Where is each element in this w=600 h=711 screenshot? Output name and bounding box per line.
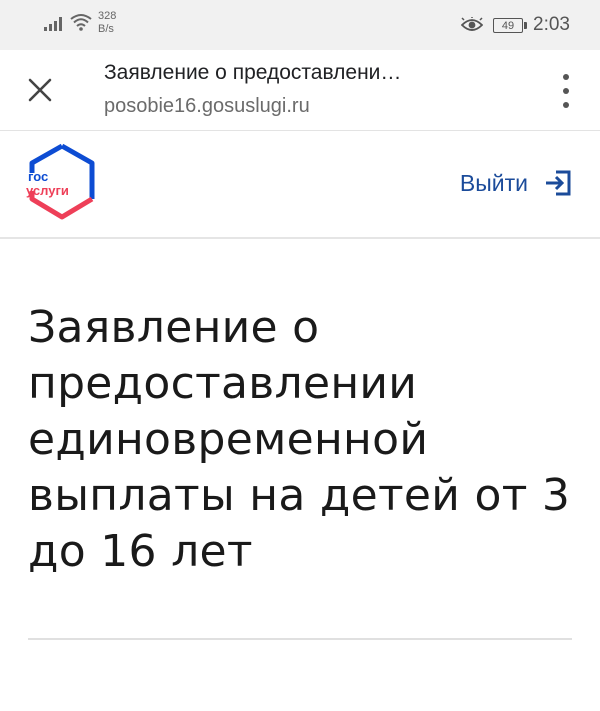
signal-icon — [44, 15, 62, 31]
network-speed-unit: B/s — [98, 23, 114, 35]
logout-icon — [546, 170, 571, 196]
clock: 2:03 — [533, 14, 570, 35]
logout-button[interactable]: Выйти — [460, 169, 572, 197]
divider — [28, 638, 572, 640]
main-title: Заявление о предоставлении единовременно… — [28, 302, 571, 577]
eye-icon — [461, 17, 484, 31]
more-menu-button[interactable] — [560, 74, 572, 108]
browser-toolbar: Заявление о предоставлени… posobie16.gos… — [0, 50, 600, 131]
status-right: 49 2:03 — [461, 14, 570, 36]
status-left: 328 B/s — [44, 10, 116, 36]
network-speed: 328 B/s — [98, 10, 116, 36]
logout-label: Выйти — [459, 169, 528, 196]
more-vert-icon — [563, 74, 569, 80]
status-bar: 328 B/s 49 2:03 — [0, 0, 600, 50]
page-title: Заявление о предоставлени… — [104, 61, 402, 84]
site-header: гос услуги Выйти — [0, 131, 600, 239]
wifi-icon — [70, 14, 92, 31]
gosuslugi-logo[interactable]: гос услуги — [26, 143, 98, 221]
network-speed-value: 328 — [98, 10, 117, 22]
close-icon — [28, 78, 52, 102]
close-button[interactable] — [22, 72, 58, 108]
logo-text-uslugi: услуги — [26, 183, 69, 198]
battery-icon: 49 — [493, 17, 528, 33]
logo-text-gos: гос — [28, 169, 48, 184]
page-url[interactable]: posobie16.gosuslugi.ru — [104, 95, 310, 118]
